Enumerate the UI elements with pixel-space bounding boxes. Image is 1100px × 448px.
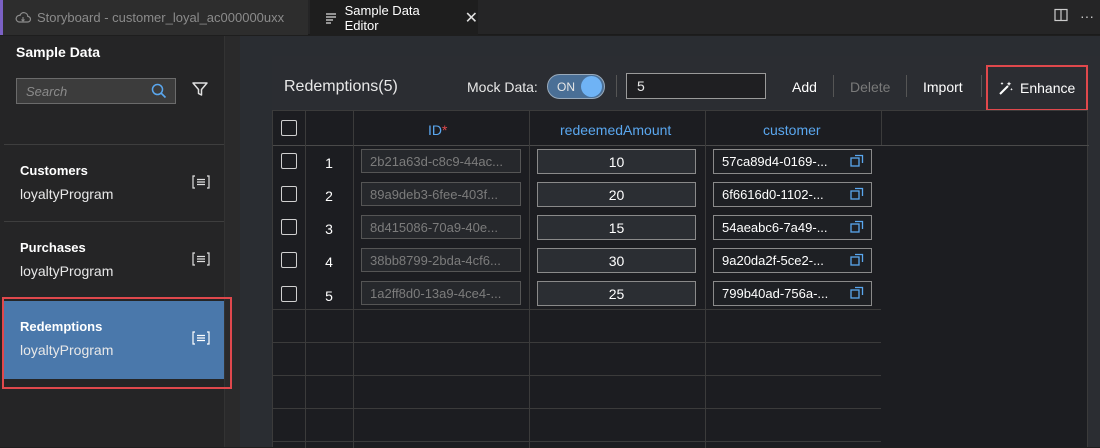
col-divider <box>529 111 530 448</box>
entity-name: Purchases <box>20 240 86 255</box>
separator <box>616 75 617 97</box>
search-icon[interactable] <box>151 83 167 104</box>
column-header-redeemed-amount[interactable]: redeemedAmount <box>560 122 671 138</box>
entity-title: Redemptions(5) <box>284 78 398 95</box>
row-number: 3 <box>325 221 333 237</box>
row-divider <box>273 375 881 376</box>
entity-program: loyaltyProgram <box>20 186 114 202</box>
column-header-id[interactable]: ID* <box>428 122 447 138</box>
customer-cell[interactable]: 6f6616d0-1102-... <box>713 182 872 207</box>
separator <box>906 75 907 97</box>
split-editor-icon[interactable] <box>1054 8 1068 25</box>
data-grid: ID* redeemedAmount customer 1 2b21a63d-c… <box>272 110 1089 448</box>
sidebar-item-customers[interactable]: Customers loyaltyProgram <box>4 145 224 223</box>
id-cell: 8d415086-70a9-40e... <box>361 215 521 239</box>
id-cell: 1a2ff8d0-13a9-4ce4-... <box>361 281 521 305</box>
amount-cell[interactable]: 30 <box>537 248 696 273</box>
enhance-button[interactable]: Enhance <box>986 65 1088 111</box>
customer-cell[interactable]: 54aeabc6-7a49-... <box>713 215 872 240</box>
list-icon <box>192 175 210 194</box>
row-checkbox[interactable] <box>281 153 297 169</box>
tab-label: Sample Data Editor <box>344 2 420 33</box>
row-number: 5 <box>325 288 333 304</box>
amount-cell[interactable]: 10 <box>537 149 696 174</box>
mock-data-toggle[interactable]: ON <box>547 74 605 99</box>
mock-data-label: Mock Data: <box>467 79 538 95</box>
magic-wand-icon <box>998 80 1014 96</box>
copy-link-icon[interactable] <box>850 187 864 204</box>
editor-tab-bar: Storyboard - customer_loyal_ac000000uxx … <box>0 0 1100 35</box>
record-count-input[interactable] <box>626 73 766 99</box>
customer-cell[interactable]: 799b40ad-756a-... <box>713 281 872 306</box>
list-icon <box>192 252 210 271</box>
id-cell: 2b21a63d-c8c9-44ac... <box>361 149 521 173</box>
amount-cell[interactable]: 25 <box>537 281 696 306</box>
amount-cell[interactable]: 15 <box>537 215 696 240</box>
enhance-label: Enhance <box>1020 80 1076 96</box>
customer-value: 54aeabc6-7a49-... <box>722 220 828 235</box>
toggle-knob <box>581 76 602 97</box>
row-checkbox[interactable] <box>281 186 297 202</box>
col-divider <box>305 111 306 448</box>
search-field[interactable] <box>16 78 176 104</box>
customer-value: 57ca89d4-0169-... <box>722 154 828 169</box>
tab-label: Storyboard - customer_loyal_ac000000uxx <box>37 10 285 25</box>
tab-sample-data-editor[interactable]: Sample Data Editor ✕ <box>310 0 478 35</box>
more-actions-icon[interactable]: ··· <box>1080 8 1094 25</box>
customer-value: 799b40ad-756a-... <box>722 286 829 301</box>
customer-value: 6f6616d0-1102-... <box>722 187 824 202</box>
row-checkbox[interactable] <box>281 286 297 302</box>
row-checkbox[interactable] <box>281 252 297 268</box>
customer-value: 9a20da2f-5ce2-... <box>722 253 824 268</box>
sidebar-item-purchases[interactable]: Purchases loyaltyProgram <box>4 222 224 300</box>
tab-storyboard[interactable]: Storyboard - customer_loyal_ac000000uxx <box>0 0 308 35</box>
sidebar-title: Sample Data <box>16 44 101 60</box>
amount-cell[interactable]: 20 <box>537 182 696 207</box>
required-marker: * <box>442 122 448 138</box>
separator <box>981 75 982 97</box>
separator <box>833 75 834 97</box>
search-input[interactable] <box>17 83 147 99</box>
row-checkbox[interactable] <box>281 219 297 235</box>
column-label: ID <box>428 122 442 138</box>
selection-highlight <box>2 297 232 389</box>
row-divider <box>273 408 881 409</box>
column-header-customer[interactable]: customer <box>763 122 821 138</box>
cloud-icon <box>15 10 31 26</box>
entity-program: loyaltyProgram <box>20 263 114 279</box>
import-button[interactable]: Import <box>923 79 963 95</box>
toggle-label: ON <box>557 80 575 94</box>
col-divider <box>881 111 882 145</box>
id-cell: 89a9deb3-6fee-403f... <box>361 182 521 206</box>
copy-link-icon[interactable] <box>850 253 864 270</box>
copy-link-icon[interactable] <box>850 286 864 303</box>
row-divider <box>273 342 881 343</box>
select-all-checkbox[interactable] <box>281 120 297 136</box>
filter-icon[interactable] <box>191 81 209 102</box>
copy-link-icon[interactable] <box>850 220 864 237</box>
delete-button[interactable]: Delete <box>850 79 890 95</box>
customer-cell[interactable]: 9a20da2f-5ce2-... <box>713 248 872 273</box>
customer-cell[interactable]: 57ca89d4-0169-... <box>713 149 872 174</box>
add-button[interactable]: Add <box>792 79 817 95</box>
close-icon[interactable]: ✕ <box>465 8 478 28</box>
copy-link-icon[interactable] <box>850 154 864 171</box>
row-number: 4 <box>325 254 333 270</box>
file-lines-icon <box>323 10 339 26</box>
row-divider <box>273 441 881 442</box>
col-divider <box>705 111 706 448</box>
row-divider <box>273 309 881 310</box>
id-cell: 38bb8799-2bda-4cf6... <box>361 248 521 272</box>
entity-name: Customers <box>20 163 88 178</box>
row-number: 2 <box>325 188 333 204</box>
tab-actions: ··· <box>1054 8 1094 25</box>
row-number: 1 <box>325 155 333 171</box>
header-divider <box>273 145 1089 146</box>
col-divider <box>353 111 354 448</box>
